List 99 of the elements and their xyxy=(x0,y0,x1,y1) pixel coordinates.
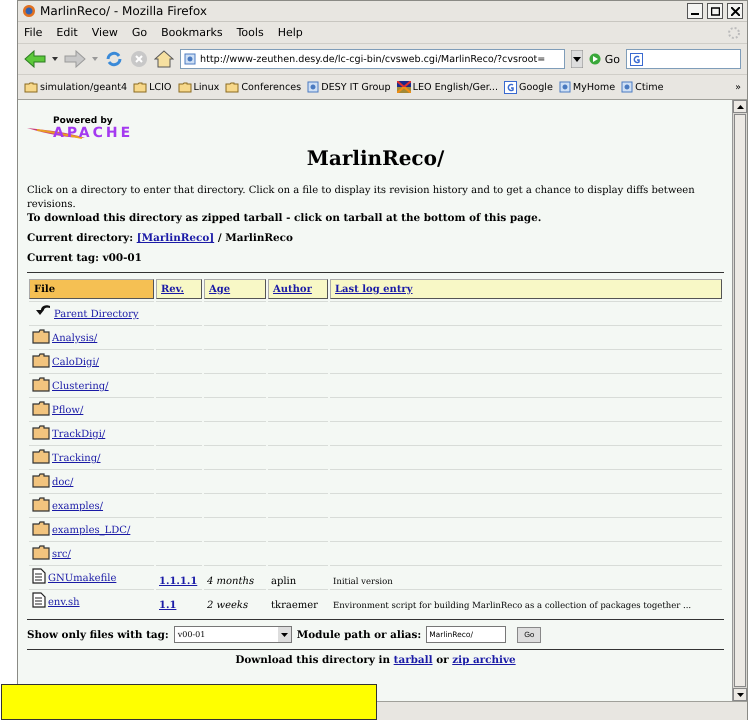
site-icon xyxy=(307,81,320,93)
file-link[interactable]: Tracking/ xyxy=(52,453,100,464)
menu-item[interactable]: Go xyxy=(132,26,148,39)
scroll-down-icon[interactable] xyxy=(736,692,744,696)
folder-icon xyxy=(32,449,50,464)
file-link[interactable]: Analysis/ xyxy=(52,333,98,344)
folder-icon xyxy=(178,82,192,92)
file-link[interactable]: CaloDigi/ xyxy=(52,357,100,368)
close-icon xyxy=(730,6,740,16)
bookmark-item[interactable]: MyHome xyxy=(558,81,616,93)
home-icon[interactable] xyxy=(154,50,174,68)
site-icon xyxy=(184,53,196,65)
folder-icon xyxy=(32,521,50,536)
intro-text: Click on a directory to enter that directory. Click on a file to display its revision history and to get a chance to display diffs between revisions. xyxy=(27,184,696,212)
maximize-button[interactable] xyxy=(707,3,723,19)
tag-select[interactable]: v00-01 xyxy=(174,626,292,643)
current-directory-text: Current directory: [MarlinReco] / MarlinReco xyxy=(27,232,294,244)
log-cell: Initial version xyxy=(333,577,393,587)
bookmark-item[interactable]: Ctime xyxy=(621,81,664,93)
folder-icon xyxy=(32,425,50,440)
file-link[interactable]: Parent Directory xyxy=(54,309,139,320)
bookmark-item[interactable]: Conferences xyxy=(225,82,302,92)
tarball-link[interactable]: tarball xyxy=(394,654,433,666)
folder-icon xyxy=(32,377,50,392)
column-header[interactable]: File xyxy=(29,279,154,299)
reload-icon[interactable] xyxy=(104,49,124,69)
folder-icon xyxy=(32,545,50,560)
page-heading: MarlinReco/ xyxy=(306,146,446,170)
bookmark-item[interactable]: LCIO xyxy=(133,82,172,92)
bookmark-item[interactable]: LEO English/Ger... xyxy=(396,81,498,93)
column-header[interactable]: Age xyxy=(204,279,266,299)
menu-item[interactable]: File xyxy=(24,26,42,39)
age-cell: 2 weeks xyxy=(207,600,248,611)
column-header[interactable]: Author xyxy=(268,279,328,299)
google-icon xyxy=(504,80,518,94)
minimize-button[interactable] xyxy=(687,3,703,19)
logo: Powered by APACHE xyxy=(27,104,724,140)
directory-link[interactable]: [MarlinReco] xyxy=(136,232,214,244)
file-link[interactable]: doc/ xyxy=(52,477,74,488)
document-icon xyxy=(32,592,46,608)
flag-icon xyxy=(396,81,411,93)
maximize-icon xyxy=(710,6,720,16)
file-link[interactable]: examples/ xyxy=(52,501,104,512)
menu-item[interactable]: Edit xyxy=(56,26,78,39)
column-header[interactable]: Last log entry xyxy=(330,279,722,299)
folder-icon xyxy=(32,353,50,368)
bookmark-item[interactable]: Google xyxy=(504,80,553,94)
folder-icon xyxy=(32,401,50,416)
current-tag-text: Current tag: v00-01 xyxy=(27,252,143,264)
menu-item[interactable]: View xyxy=(92,26,118,39)
google-icon xyxy=(630,52,643,66)
folder-icon xyxy=(24,82,38,92)
revision-link[interactable]: 1.1.1.1 xyxy=(159,576,198,587)
menu-item[interactable]: Tools xyxy=(236,26,264,39)
zip-archive-link[interactable]: zip archive xyxy=(452,654,516,666)
download-text: Download this directory in tarball or zip archive xyxy=(234,654,517,666)
window-title: MarlinReco/ - Mozilla Firefox xyxy=(40,4,208,18)
throbber-icon xyxy=(727,26,741,40)
menu-item[interactable]: Help xyxy=(278,26,303,39)
scroll-up-icon[interactable] xyxy=(736,104,744,108)
more-bookmarks-button[interactable]: » xyxy=(735,82,741,92)
site-icon xyxy=(621,81,634,93)
folder-icon xyxy=(133,82,148,92)
file-link[interactable]: examples_LDC/ xyxy=(52,525,130,536)
folder-icon xyxy=(32,497,50,512)
tag-filter-label: Show only files with tag: xyxy=(27,628,169,640)
folder-icon xyxy=(32,329,50,344)
search-field[interactable] xyxy=(626,49,741,69)
file-link[interactable]: GNUmakefile xyxy=(48,573,116,584)
module-path-label: Module path or alias: xyxy=(296,628,422,640)
author-cell: tkraemer xyxy=(271,600,318,611)
file-link[interactable]: Clustering/ xyxy=(52,381,109,392)
folder-icon xyxy=(32,473,50,488)
back-icon[interactable] xyxy=(24,50,46,68)
log-cell: Environment script for building MarlinReco as a collection of packages together ... xyxy=(333,601,692,611)
file-link[interactable]: Pflow/ xyxy=(52,405,84,416)
bookmark-item[interactable]: simulation/geant4 xyxy=(24,82,128,92)
dropdown-arrow-icon[interactable] xyxy=(570,50,583,68)
document-icon xyxy=(32,568,46,584)
play-icon xyxy=(588,53,601,65)
revision-link[interactable]: 1.1 xyxy=(159,600,176,611)
bookmark-item[interactable]: Linux xyxy=(178,82,220,92)
dropdown-arrow-icon[interactable] xyxy=(52,57,58,61)
go-button[interactable]: Go xyxy=(588,52,620,66)
scrollbar[interactable] xyxy=(732,100,747,701)
file-link[interactable]: TrackDigi/ xyxy=(52,429,106,440)
browser-logo-icon xyxy=(22,4,36,18)
bookmark-item[interactable]: DESY IT Group xyxy=(307,81,391,93)
close-button[interactable] xyxy=(727,3,743,19)
folder-icon xyxy=(225,82,240,92)
download-note: To download this directory as zipped tarball - click on tarball at the bottom of this page. xyxy=(27,212,542,224)
address-field[interactable]: http://www-zeuthen.desy.de/lc-cgi-bin/cvsweb.cgi/MarlinReco/?cvsroot= xyxy=(180,49,565,69)
author-cell: aplin xyxy=(271,576,296,587)
file-link[interactable]: env.sh xyxy=(48,597,80,608)
column-header[interactable]: Rev. xyxy=(156,279,202,299)
site-icon xyxy=(558,81,571,93)
file-link[interactable]: src/ xyxy=(52,549,71,560)
age-cell: 4 months xyxy=(207,576,254,587)
menu-item[interactable]: Bookmarks xyxy=(161,26,223,39)
